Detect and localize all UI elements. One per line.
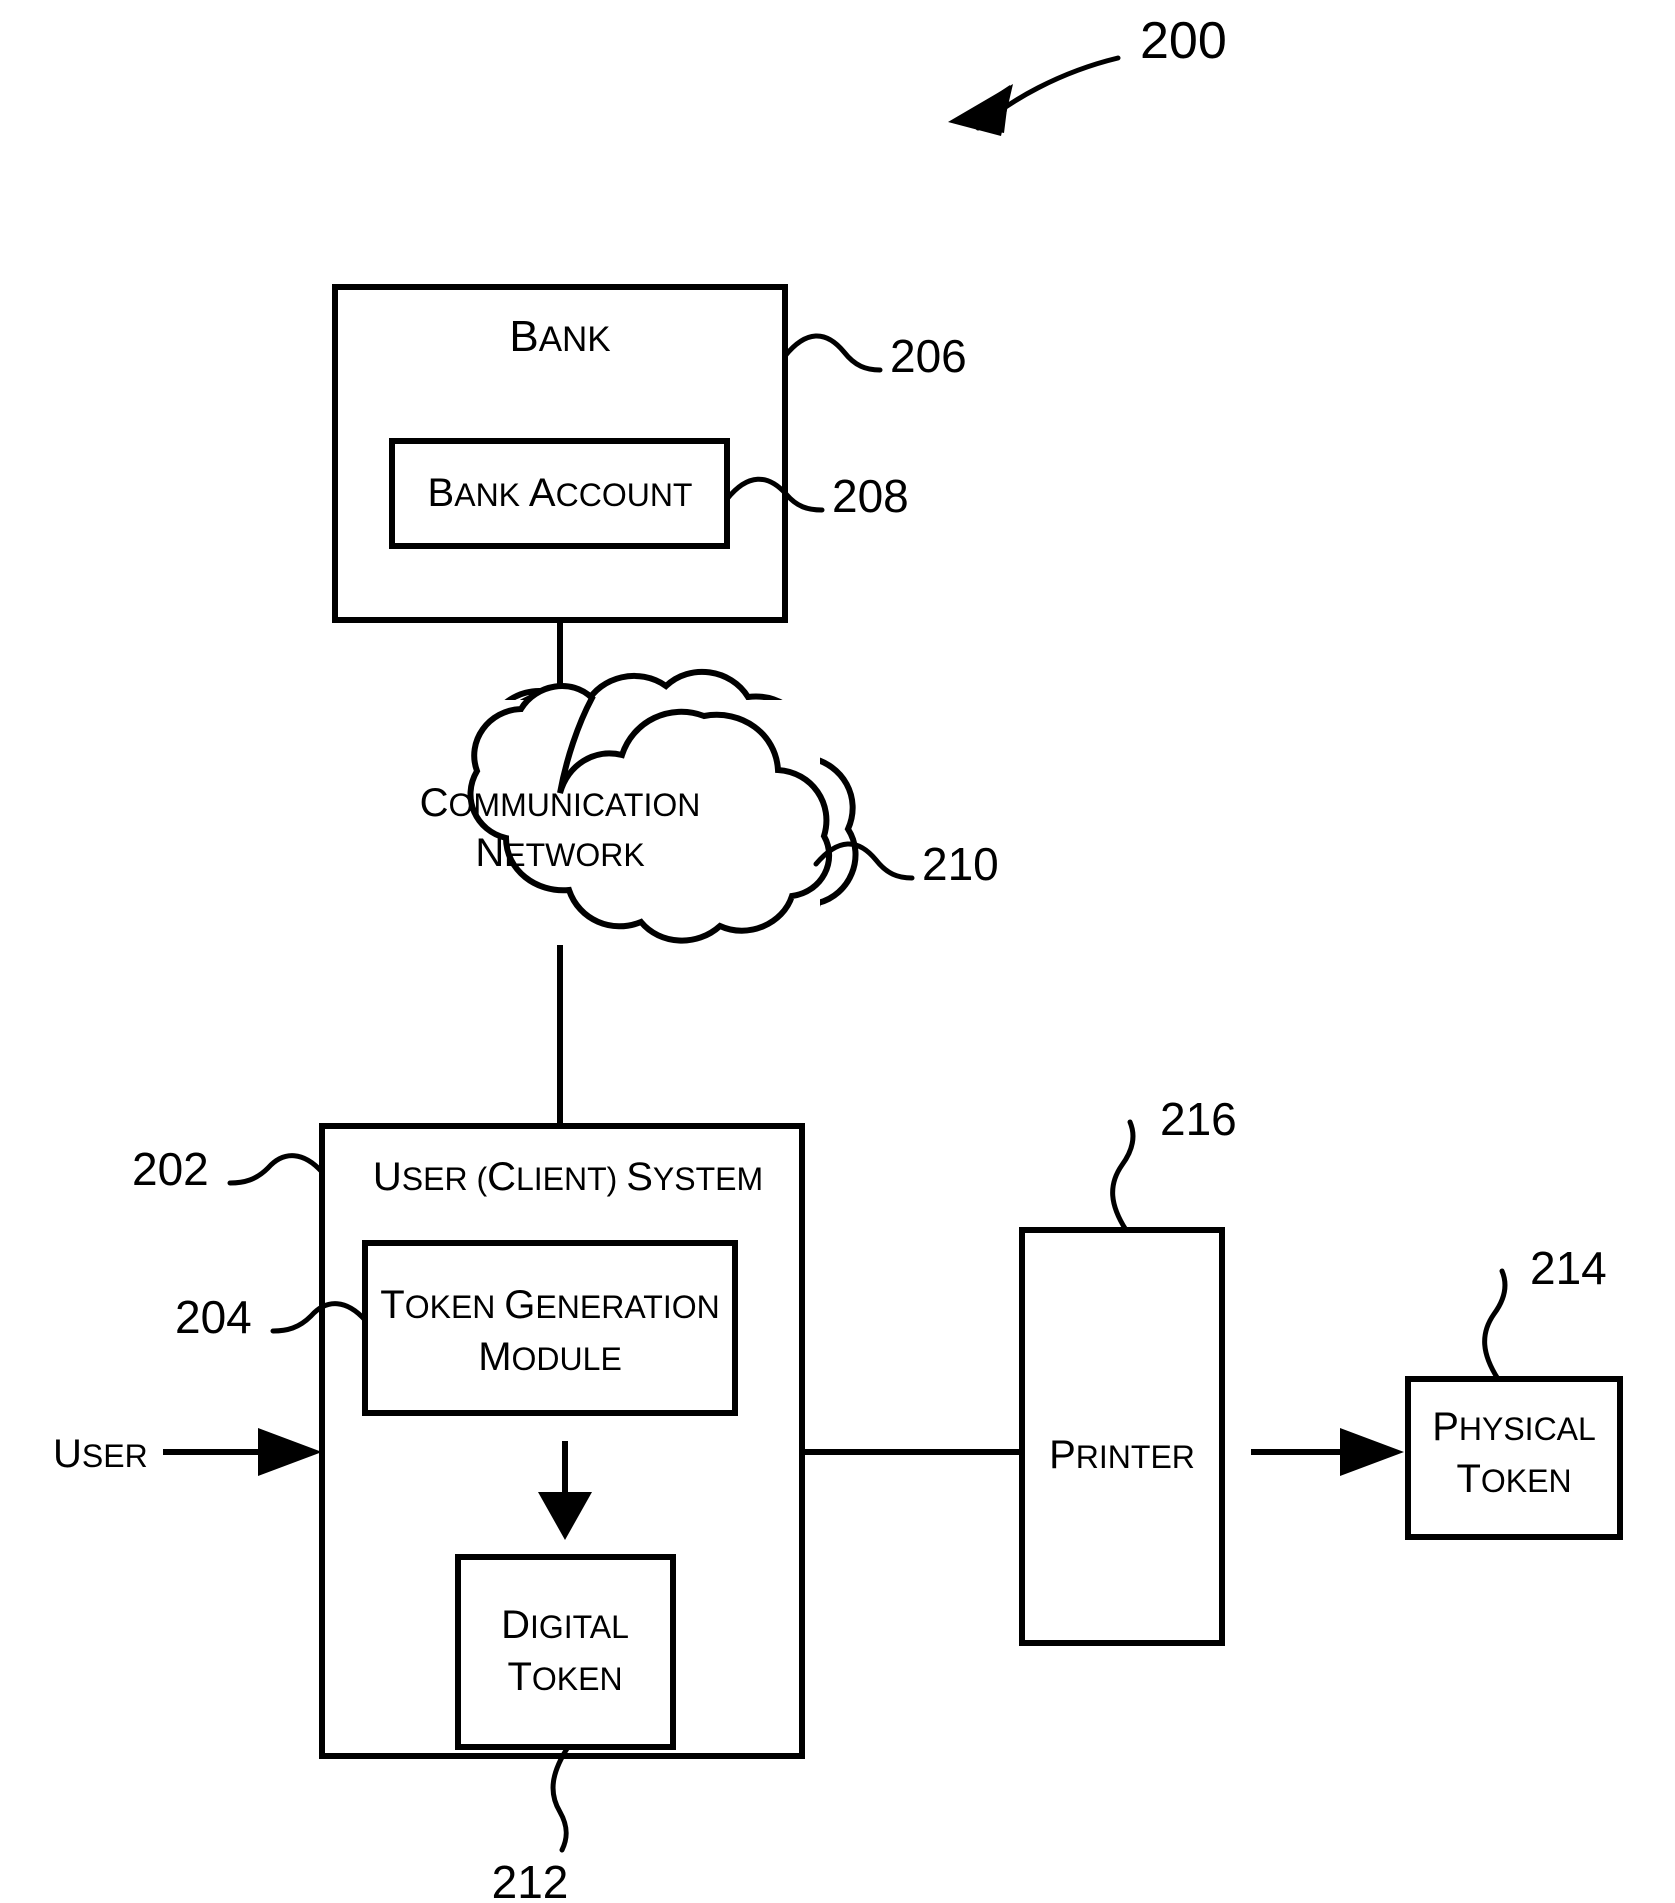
ref-210-text: 210: [922, 838, 999, 890]
printer-to-physical-token-arrow: [1251, 1428, 1404, 1476]
ref-214-leader: [1482, 1268, 1508, 1382]
physical-token-line2: TOKEN: [1456, 1457, 1571, 1501]
printer-label: PRINTER: [1049, 1433, 1195, 1477]
figure-ref-200-text: 200: [1140, 12, 1227, 70]
user-client-system-label: USER (CLIENT) SYSTEM: [373, 1155, 763, 1199]
figure-reference-arrow-200: [948, 55, 1121, 136]
ref-208-text: 208: [832, 470, 909, 522]
user-input-arrow: [163, 1428, 322, 1476]
digital-token-line1: DIGITAL: [501, 1603, 629, 1647]
ref-212-text: 212: [492, 1856, 569, 1903]
ref-206-leader: [782, 333, 883, 373]
bank-account-label: BANK ACCOUNT: [428, 471, 693, 515]
token-generation-module-box: [362, 1240, 738, 1416]
digital-token-line2: TOKEN: [507, 1655, 622, 1699]
ref-204-text: 204: [175, 1291, 252, 1343]
physical-token-box: [1405, 1376, 1623, 1540]
token-generation-module-line2: MODULE: [478, 1335, 622, 1379]
user-actor-label: USER: [53, 1432, 148, 1476]
network-label-line2: NETWORK: [475, 831, 644, 875]
diagram-canvas: 200 BANK 206 BANK ACCOUNT 208 COMMUNICAT…: [53, 12, 1623, 1903]
ref-212-leader: [550, 1744, 571, 1853]
network-label-line1: COMMUNICATION: [420, 781, 701, 825]
patent-figure-200: 200 BANK 206 BANK ACCOUNT 208 COMMUNICAT…: [0, 0, 1675, 1903]
ref-216-text: 216: [1160, 1093, 1237, 1145]
physical-token-line1: PHYSICAL: [1432, 1405, 1596, 1449]
ref-214-text: 214: [1530, 1242, 1607, 1294]
bank-label: BANK: [509, 312, 610, 361]
ref-202-leader: [227, 1153, 325, 1186]
digital-token-box: [455, 1554, 676, 1750]
ref-206-text: 206: [890, 330, 967, 382]
ref-216-leader: [1110, 1119, 1136, 1233]
token-generation-module-line1: TOKEN GENERATION: [380, 1283, 719, 1327]
ref-202-text: 202: [132, 1143, 209, 1195]
